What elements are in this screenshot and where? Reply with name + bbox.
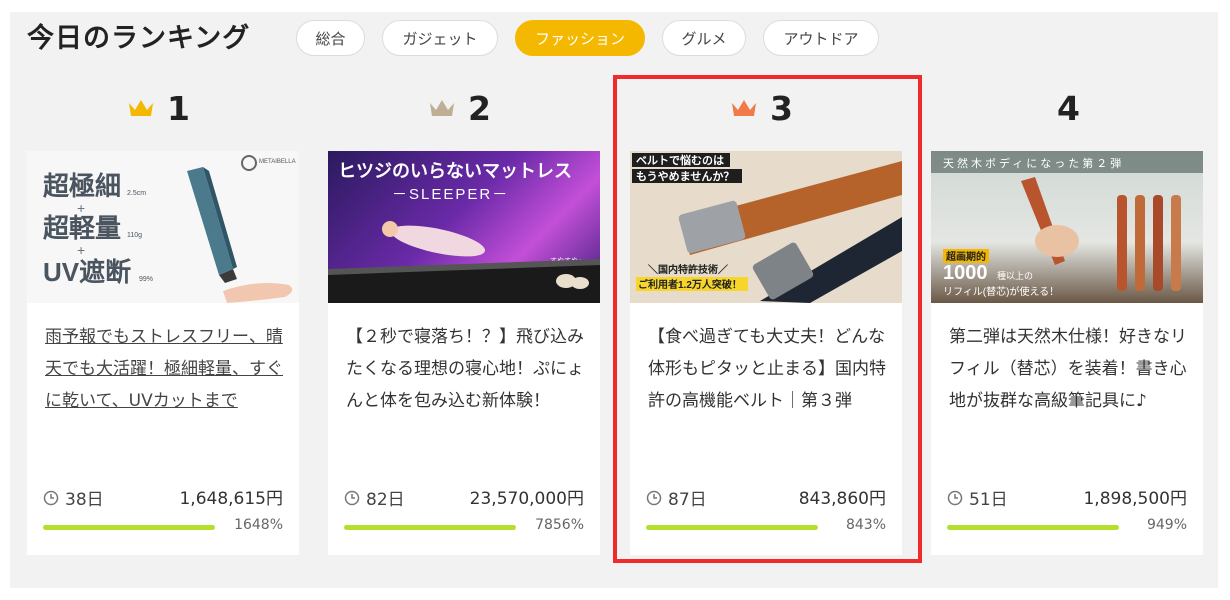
image-title: ヒツジのいらないマットレス — [338, 161, 572, 181]
tab-overall[interactable]: 総合 — [296, 20, 365, 56]
funding-amount: 1,648,615円 — [179, 489, 283, 509]
rank-number: 1 — [167, 88, 190, 128]
image-subtitle: －SLEEPER－ — [392, 186, 509, 203]
funding-amount: 23,570,000円 — [469, 489, 584, 509]
tab-fashion[interactable]: ファッション — [515, 20, 645, 56]
card-description: 第二弾は天然木仕様！好きなリフィル（替芯）を装着！書き心地が抜群な高級筆記具に♪ — [949, 327, 1187, 411]
image-text-line3: UV遮断 — [43, 257, 131, 287]
funding-percent: 1648% — [234, 517, 283, 533]
image-text-line5: リフィル(替芯)が使える！ — [943, 285, 1059, 298]
mattress-product-image[interactable]: ヒツジのいらないマットレス －SLEEPER－ すやすや～ — [328, 151, 600, 303]
tab-gadget[interactable]: ガジェット — [382, 20, 498, 56]
ranking-card-1[interactable]: METAIBELLA 超極細 2.5cm + 超軽量 110g + UV遮断 9… — [27, 151, 299, 555]
days-value: 38日 — [65, 490, 104, 510]
rank-2-header: 2 — [428, 88, 491, 128]
funding-percent: 949% — [1146, 517, 1187, 533]
ranking-card-2[interactable]: ヒツジのいらないマットレス －SLEEPER－ すやすや～ 【２秒で寝落ち！？】… — [328, 151, 600, 555]
days-value: 51日 — [969, 490, 1008, 510]
days-left: 38日 — [43, 485, 104, 510]
pen-product-image[interactable]: 天然木ボディになった第２弾 超画期的 1000 種以上の リフィル(替芯)が使え… — [931, 151, 1203, 303]
image-text-plus: + — [77, 242, 85, 258]
image-text-unit2: 110g — [127, 232, 142, 239]
brand-logo-text: METAIBELLA — [259, 159, 296, 165]
rank-4-header: 4 — [1057, 88, 1080, 128]
image-text-line4: 種以上の — [997, 271, 1033, 281]
rank-number: 2 — [468, 88, 491, 128]
image-text-line1: 天然木ボディになった第２弾 — [943, 156, 1124, 170]
image-text-line1: 超極細 — [43, 171, 121, 201]
gold-crown-icon — [129, 100, 153, 116]
tab-outdoor[interactable]: アウトドア — [763, 20, 879, 56]
tab-gourmet[interactable]: グルメ — [662, 20, 746, 56]
progress-bar — [947, 525, 1119, 530]
umbrella-product-image[interactable]: METAIBELLA 超極細 2.5cm + 超軽量 110g + UV遮断 9… — [27, 151, 299, 303]
rank-number: 4 — [1057, 88, 1080, 128]
image-text-line2: 超軽量 — [43, 213, 121, 243]
image-text-line3: 1000 — [943, 262, 988, 284]
progress-bar — [43, 525, 215, 530]
image-text-unit3: 99% — [139, 276, 153, 283]
silver-crown-icon — [430, 100, 454, 116]
progress-bar — [344, 525, 516, 530]
clock-icon — [344, 490, 360, 505]
clock-icon — [43, 490, 59, 505]
clock-icon — [947, 490, 963, 505]
days-left: 82日 — [344, 485, 405, 510]
category-tabs: 総合 ガジェット ファッション グルメ アウトドア — [296, 20, 896, 56]
ranking-card-4[interactable]: 天然木ボディになった第２弾 超画期的 1000 種以上の リフィル(替芯)が使え… — [931, 151, 1203, 555]
card-description-link[interactable]: 雨予報でもストレスフリー、晴天でも大活躍！極細軽量、すぐに乾いて、UVカットまで — [45, 321, 285, 417]
card-description: 【２秒で寝落ち！？】飛び込みたくなる理想の寝心地！ぷにょんと体を包み込む新体験！ — [346, 327, 584, 411]
funding-percent: 7856% — [535, 517, 584, 533]
rank-1-header: 1 — [127, 88, 190, 128]
funding-amount: 1,898,500円 — [1083, 489, 1187, 509]
days-left: 51日 — [947, 485, 1008, 510]
highlight-box — [613, 75, 922, 563]
image-text-unit1: 2.5cm — [127, 190, 146, 197]
days-value: 82日 — [366, 490, 405, 510]
page-title: 今日のランキング — [27, 23, 251, 54]
